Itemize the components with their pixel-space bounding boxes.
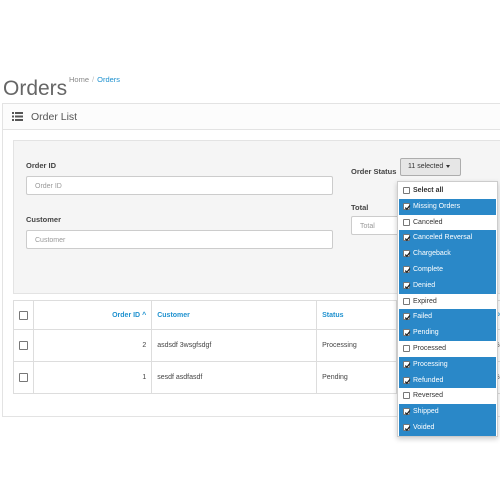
status-option-label: Pending (413, 329, 439, 337)
customer-label: Customer (26, 215, 62, 224)
select-all-rows-cell (13, 300, 34, 330)
status-option-label: Select all (413, 187, 444, 194)
checkbox-checked-icon[interactable] (403, 408, 411, 416)
order-id-cell: 1 (32, 361, 153, 394)
status-option[interactable]: Shipped (399, 404, 496, 420)
status-option-label: Processed (413, 345, 447, 352)
checkbox-checked-icon[interactable] (403, 360, 411, 368)
order-id-cell: 2 (32, 329, 153, 362)
checkbox-icon[interactable] (403, 187, 410, 194)
status-option[interactable]: Chargeback (399, 246, 496, 262)
sort-asc-icon: ^ (142, 311, 147, 319)
order-id-input[interactable]: Order ID (26, 176, 333, 195)
select-all-rows-checkbox[interactable] (19, 310, 28, 320)
checkbox-icon[interactable] (403, 218, 410, 226)
checkbox-icon[interactable] (403, 392, 410, 400)
breadcrumb-home[interactable]: Home (69, 75, 89, 84)
checkbox-checked-icon[interactable] (403, 234, 411, 242)
status-option-label: Denied (413, 281, 436, 289)
status-option[interactable]: Denied (399, 277, 496, 294)
row-checkbox[interactable] (19, 373, 28, 382)
row-select-cell (13, 361, 34, 394)
status-option[interactable]: Pending (399, 325, 496, 341)
status-option-label: Canceled (413, 218, 443, 226)
customer-column-header[interactable]: Customer (151, 300, 318, 330)
caret-down-icon (446, 164, 451, 168)
status-option-label: Chargeback (413, 250, 451, 258)
checkbox-checked-icon[interactable] (403, 281, 411, 289)
checkbox-checked-icon[interactable] (403, 376, 411, 384)
status-option-label: Failed (413, 313, 433, 321)
list-icon (12, 112, 23, 121)
select-all-option[interactable]: Select all (399, 183, 496, 199)
checkbox-checked-icon[interactable] (403, 424, 411, 432)
checkbox-checked-icon[interactable] (403, 266, 411, 274)
status-option[interactable]: Expired (399, 294, 496, 310)
status-option-label: Expired (413, 297, 437, 305)
status-column-header[interactable]: Status (316, 300, 397, 330)
breadcrumb-separator: / (92, 75, 95, 84)
status-option-label: Reversed (413, 392, 443, 400)
total-label: Total (351, 203, 369, 212)
checkbox-checked-icon[interactable] (403, 329, 411, 337)
page-title: Orders (3, 77, 68, 101)
status-option[interactable]: Processing (399, 356, 496, 373)
status-cell: Pending (316, 361, 397, 394)
customer-cell: asdsdf 3wsgfsdgf (151, 329, 318, 362)
status-option[interactable]: Missing Orders (399, 198, 496, 215)
row-checkbox[interactable] (19, 341, 28, 350)
status-option-label: Canceled Reversal (413, 234, 473, 242)
panel-heading: Order List (3, 104, 500, 130)
checkbox-checked-icon[interactable] (403, 313, 411, 321)
order-id-column-header[interactable]: Order ID ^ (32, 300, 153, 330)
status-option-label: Processing (413, 360, 448, 368)
status-option[interactable]: Processed (399, 341, 496, 357)
status-option-label: Missing Orders (413, 202, 461, 210)
order-status-label: Order Status (351, 167, 397, 176)
status-option-label: Shipped (413, 408, 439, 416)
status-option[interactable]: Refunded (399, 372, 496, 389)
breadcrumb-current[interactable]: Orders (97, 75, 120, 84)
row-select-cell (13, 329, 34, 362)
checkbox-checked-icon[interactable] (403, 250, 411, 258)
checkbox-checked-icon[interactable] (403, 202, 411, 210)
order-status-dropdown: Select all Missing Orders Canceled Canceled… (397, 181, 498, 437)
status-option[interactable]: Reversed (399, 388, 496, 404)
status-option[interactable]: Complete (399, 262, 496, 278)
status-option[interactable]: Canceled (399, 215, 496, 231)
status-option[interactable]: Voided (399, 420, 496, 436)
customer-input[interactable]: Customer (26, 230, 333, 249)
order-status-select-button[interactable]: 11 selected (400, 158, 461, 176)
customer-cell: sesdf asdfasdf (151, 361, 318, 394)
status-option-label: Complete (413, 266, 443, 273)
checkbox-icon[interactable] (403, 345, 410, 352)
status-option-label: Refunded (413, 376, 444, 384)
panel-title: Order List (31, 111, 78, 123)
order-id-label: Order ID (26, 161, 57, 170)
checkbox-icon[interactable] (403, 297, 410, 305)
status-cell: Processing (316, 329, 397, 362)
status-option-label: Voided (413, 424, 435, 431)
breadcrumb: Home / Orders (69, 75, 120, 84)
status-option[interactable]: Canceled Reversal (399, 230, 496, 247)
order-status-selected-text: 11 selected (408, 163, 444, 170)
status-option[interactable]: Failed (399, 309, 496, 326)
